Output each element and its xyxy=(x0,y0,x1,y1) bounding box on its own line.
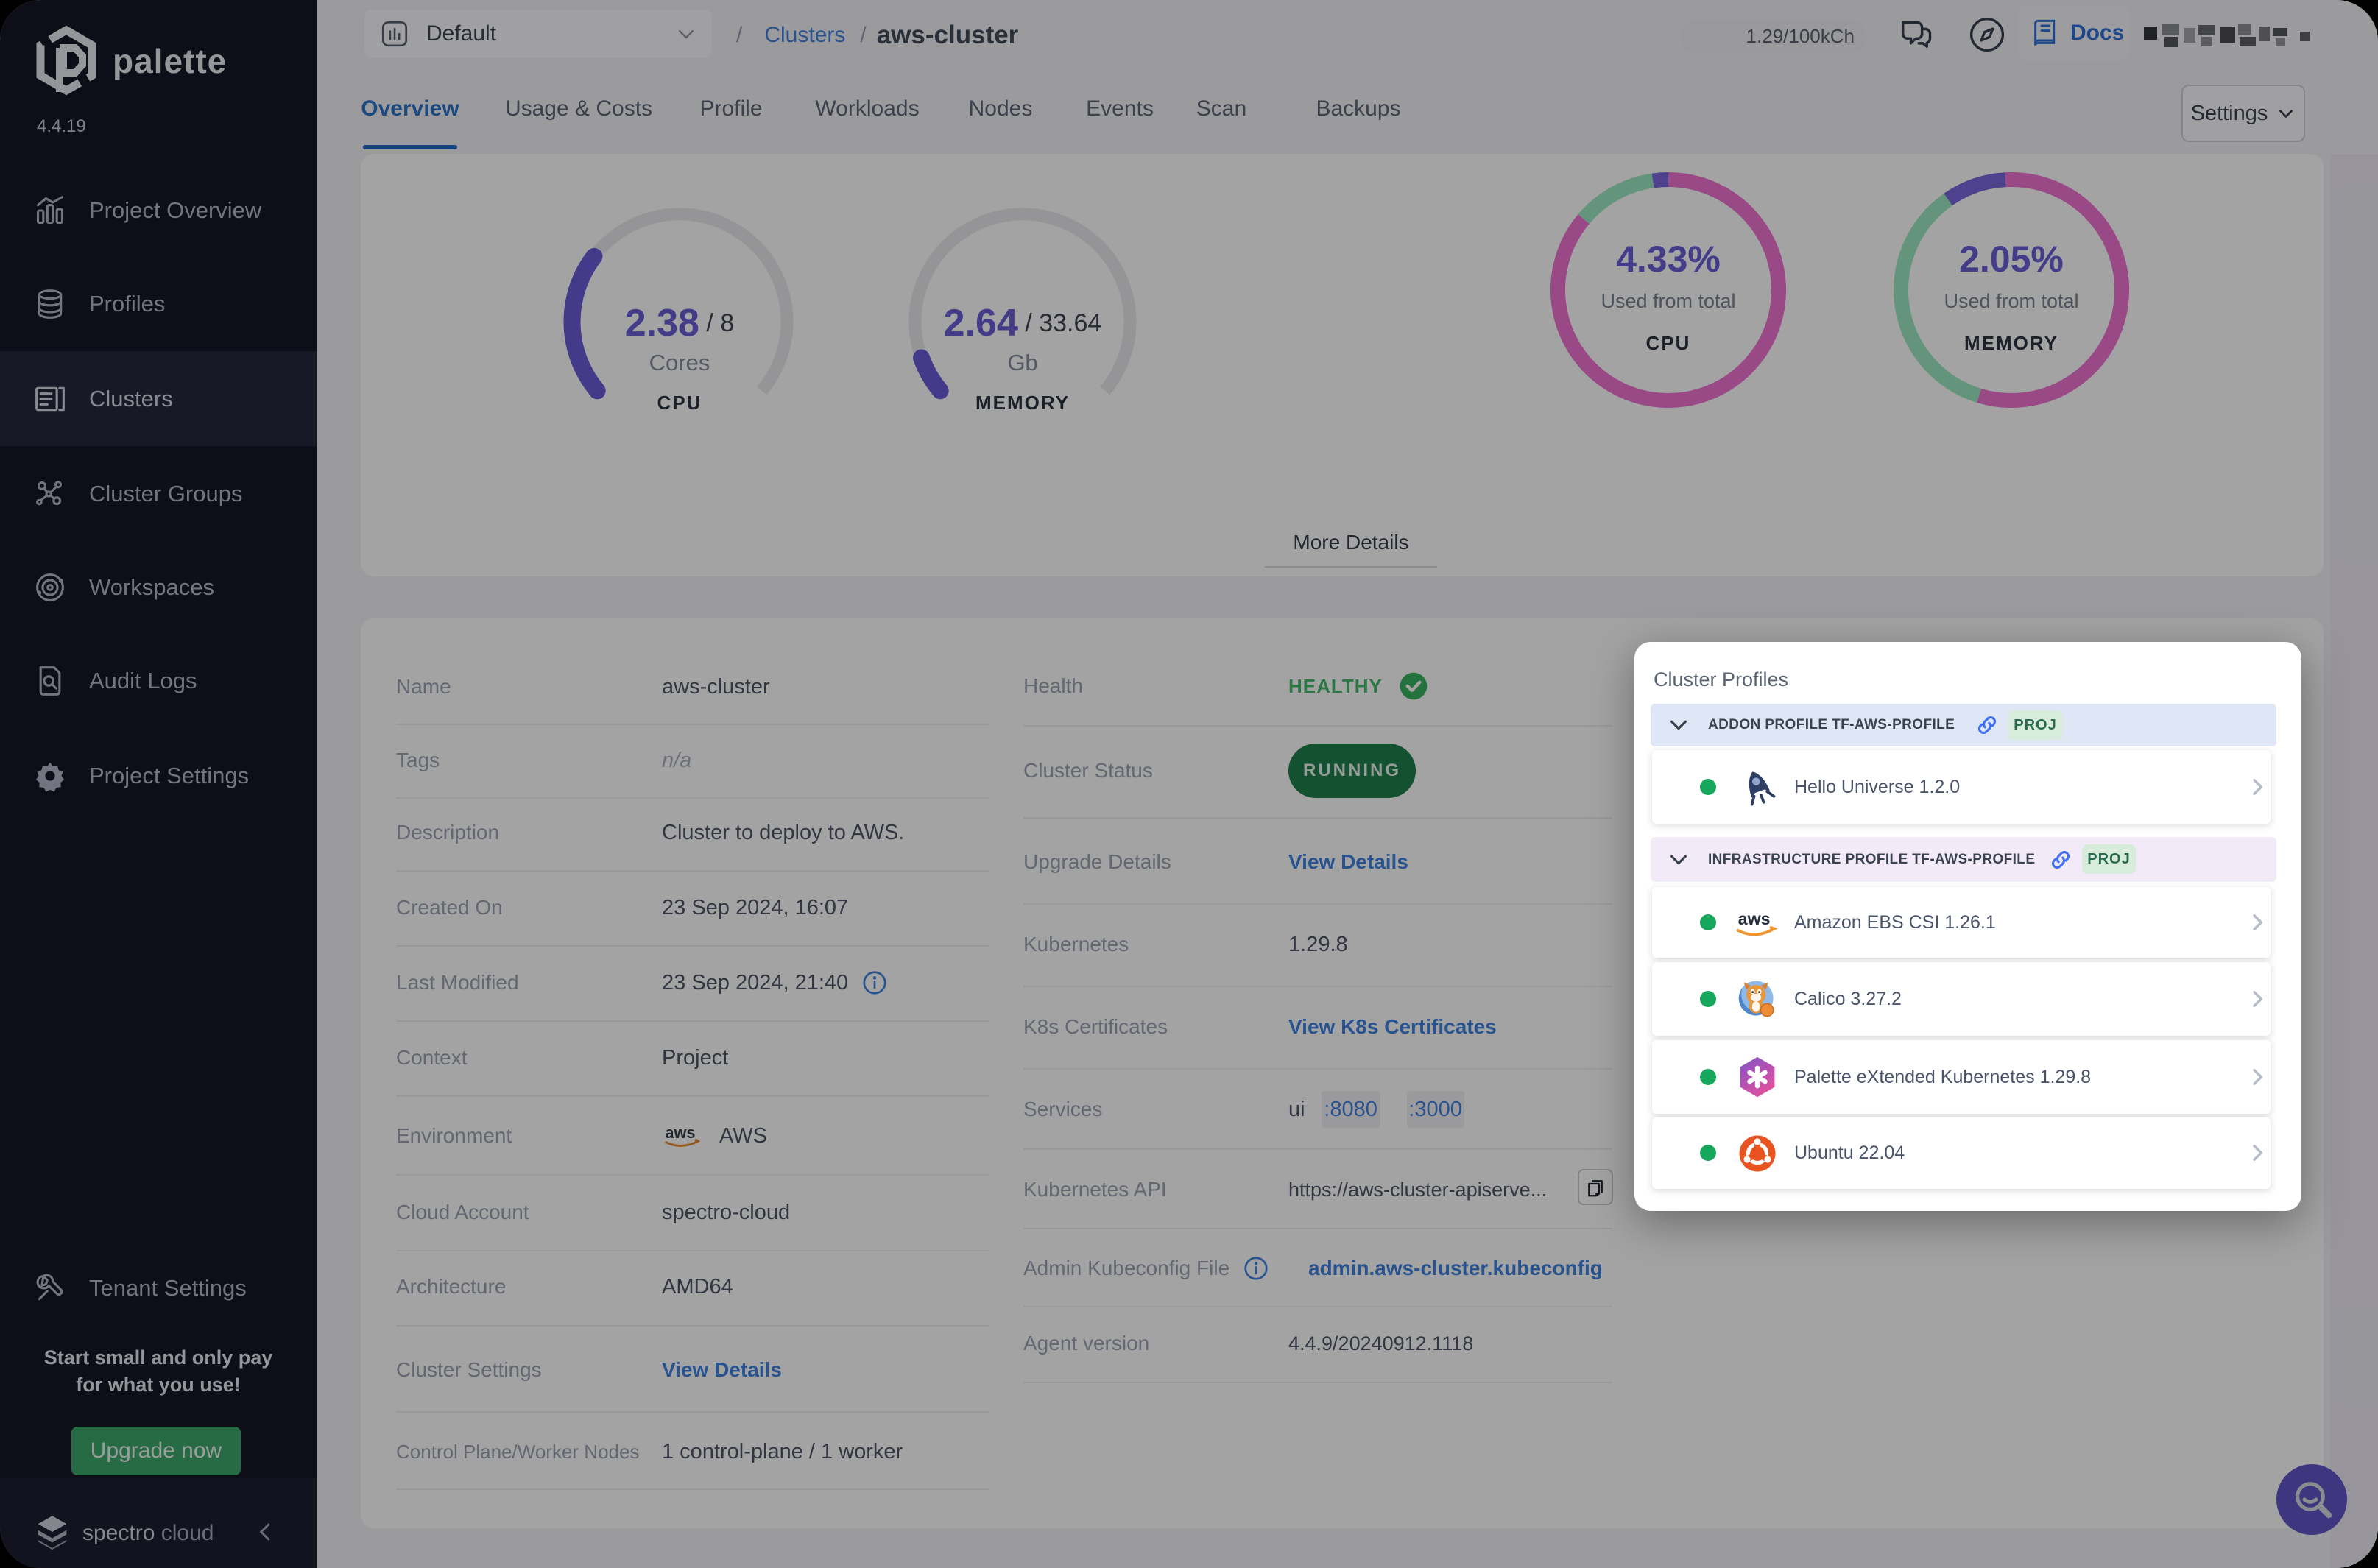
svg-text:aws: aws xyxy=(1738,909,1771,928)
